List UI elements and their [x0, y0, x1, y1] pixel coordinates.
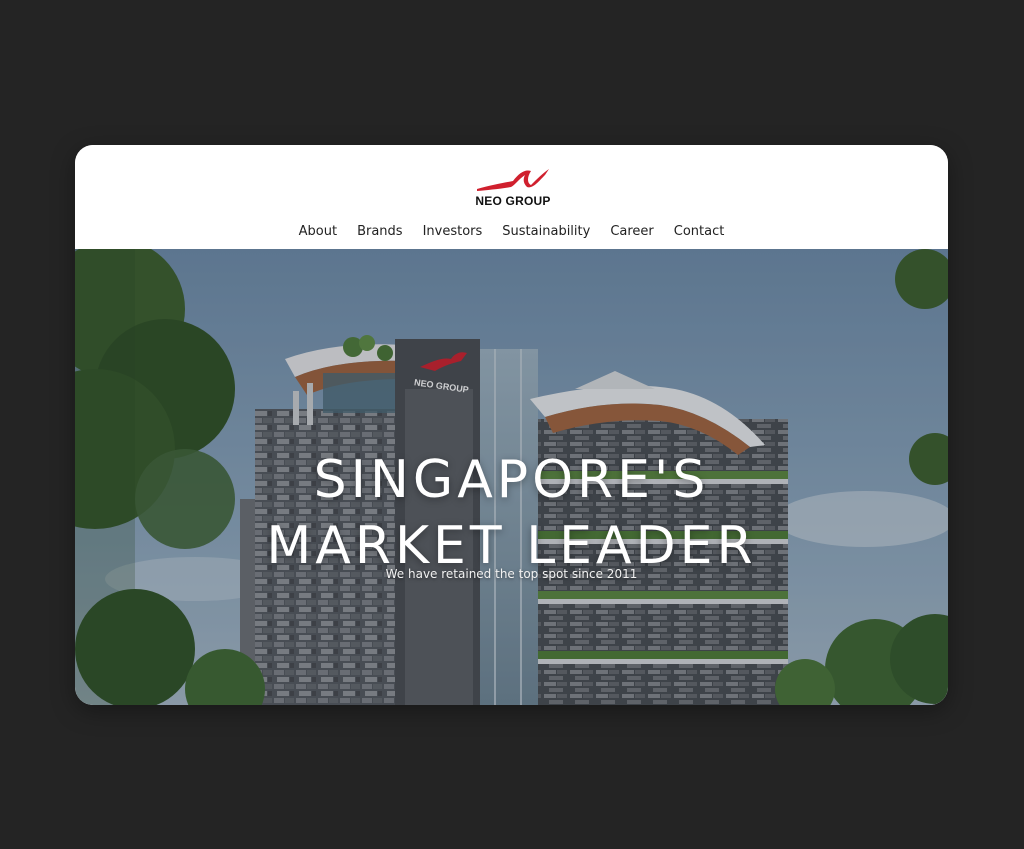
nav-career[interactable]: Career	[600, 223, 663, 241]
hero-title-line-1: SINGAPORE'S	[313, 449, 710, 510]
site-header: NEO GROUP About Brands Investors Sustain…	[75, 145, 948, 249]
nav-contact[interactable]: Contact	[664, 223, 735, 241]
main-nav: About Brands Investors Sustainability Ca…	[75, 223, 948, 241]
nav-sustainability[interactable]: Sustainability	[492, 223, 600, 241]
brand-logo[interactable]: NEO GROUP	[473, 165, 553, 211]
nav-brands[interactable]: Brands	[347, 223, 413, 241]
hero-banner: NEO GROUP SINGAPORE'S MARKET LEADER We h…	[75, 249, 948, 705]
brand-name: NEO GROUP	[475, 194, 551, 208]
browser-card: NEO GROUP About Brands Investors Sustain…	[75, 145, 948, 705]
nav-investors[interactable]: Investors	[413, 223, 493, 241]
hero-subtitle: We have retained the top spot since 2011	[385, 567, 638, 581]
nav-about[interactable]: About	[289, 223, 347, 241]
logo-swoosh-icon	[477, 169, 549, 191]
